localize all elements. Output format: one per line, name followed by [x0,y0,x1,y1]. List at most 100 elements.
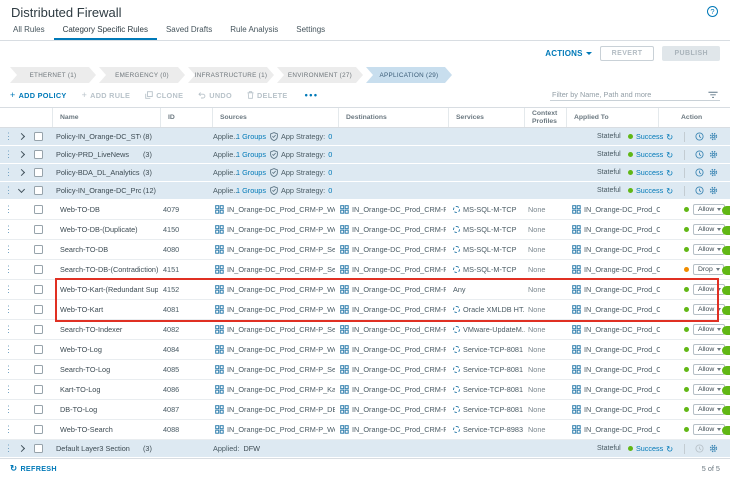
rule-sources[interactable]: IN_Orange-DC_Prod_CRM-P_Web [215,420,335,439]
rule-applied-to[interactable]: IN_Orange-DC_Prod_CRM-P [572,340,660,359]
rule-context-profiles[interactable]: None [528,200,562,219]
rule-applied-to[interactable]: IN_Orange-DC_Prod_CRM-P [572,220,660,239]
column-header-services[interactable]: Services [448,108,524,127]
row-checkbox[interactable] [34,205,43,214]
more-actions-button[interactable]: ••• [305,90,319,100]
category-emergency[interactable]: EMERGENCY (0) [99,67,185,83]
row-menu-icon[interactable]: ⋮ [4,320,13,339]
action-select[interactable]: Allow [693,424,725,435]
column-header-id[interactable]: ID [160,108,212,127]
rule-services[interactable]: MS-SQL-M-TCP [453,240,525,259]
row-checkbox[interactable] [34,168,43,177]
rule-sources[interactable]: IN_Orange-DC_Prod_CRM-P_Search [215,240,335,259]
rule-applied-to[interactable]: IN_Orange-DC_Prod_CRM-P [572,400,660,419]
rule-applied-to[interactable]: IN_Orange-DC_Prod_CRM-P [572,420,660,439]
rule-enabled-toggle[interactable] [722,286,730,295]
rule-enabled-toggle[interactable] [722,266,730,275]
row-checkbox[interactable] [34,425,43,434]
sync-status-icon[interactable]: ↻ [666,133,673,141]
column-header-destinations[interactable]: Destinations [338,108,448,127]
rule-destinations[interactable]: IN_Orange-DC_Prod_CRM-P_DB [340,220,446,239]
rule-applied-to[interactable]: IN_Orange-DC_Prod_CRM-P [572,320,660,339]
rule-context-profiles[interactable]: None [528,360,562,379]
rule-sources[interactable]: IN_Orange-DC_Prod_CRM-P_Web [215,200,335,219]
row-checkbox[interactable] [34,285,43,294]
help-icon[interactable]: ? [707,6,718,17]
rule-services[interactable]: Any [453,280,525,299]
rule-service-name[interactable]: Oracle XMLDB HT... [463,300,525,319]
row-checkbox[interactable] [34,345,43,354]
action-select[interactable]: Allow [693,324,725,335]
rule-service-name[interactable]: Any [453,280,466,299]
action-select[interactable]: Allow [693,204,725,215]
row-checkbox[interactable] [34,385,43,394]
row-checkbox[interactable] [34,245,43,254]
status-success-label[interactable]: Success [636,132,663,141]
rule-destinations[interactable]: IN_Orange-DC_Prod_CRM-P_DB [340,200,446,219]
rule-applied-to[interactable]: IN_Orange-DC_Prod_CRM-P [572,260,660,279]
policy-groups-link[interactable]: 1 Groups [236,146,266,163]
rule-enabled-toggle[interactable] [722,206,730,215]
chevron-down-icon[interactable] [18,186,25,193]
rule-context-profiles[interactable]: None [528,240,562,259]
column-header-name[interactable]: Name [52,108,160,127]
rule-enabled-toggle[interactable] [722,346,730,355]
app-strategy-value[interactable]: 0 [328,132,332,141]
rule-enabled-toggle[interactable] [722,246,730,255]
rule-row[interactable]: ⋮Kart-TO-Log4086IN_Orange-DC_Prod_CRM-P_… [0,380,730,400]
chevron-right-icon[interactable] [18,445,25,452]
policy-groups-link[interactable]: 1 Groups [236,128,266,145]
row-menu-icon[interactable]: ⋮ [4,340,13,359]
policy-row[interactable]: ⋮Policy-IN_Orange-DC_Prod_CR...(12)Appli… [0,182,730,200]
app-strategy-value[interactable]: 0 [328,186,332,195]
rule-services[interactable]: MS-SQL-M-TCP [453,200,525,219]
rule-service-name[interactable]: Service-TCP-8081 [463,340,523,359]
row-menu-icon[interactable]: ⋮ [4,182,13,199]
clock-icon[interactable] [695,444,704,453]
policy-row[interactable]: ⋮Policy-PRD_LiveNews(3)Applie...1 Groups… [0,146,730,164]
tab-rule-analysis[interactable]: Rule Analysis [221,22,287,40]
rule-applied-to[interactable]: IN_Orange-DC_Prod_CRM-P [572,300,660,319]
column-header-context-profiles[interactable]: Context Profiles [524,108,566,127]
sync-status-icon[interactable]: ↻ [666,445,673,453]
actions-menu-button[interactable]: ACTIONS [545,49,591,58]
action-select[interactable]: Allow [693,284,725,295]
rule-enabled-toggle[interactable] [722,306,730,315]
policy-groups-link[interactable]: 1 Groups [236,164,266,181]
rule-destinations[interactable]: IN_Orange-DC_Prod_CRM-P_Log [340,380,446,399]
row-menu-icon[interactable]: ⋮ [4,146,13,163]
sync-status-icon[interactable]: ↻ [666,151,673,159]
rule-enabled-toggle[interactable] [722,366,730,375]
rule-sources[interactable]: IN_Orange-DC_Prod_CRM-P_Search [215,360,335,379]
row-menu-icon[interactable]: ⋮ [4,164,13,181]
publish-button[interactable]: PUBLISH [662,46,720,61]
rule-services[interactable]: MS-SQL-M-TCP [453,260,525,279]
rule-applied-to[interactable]: IN_Orange-DC_Prod_CRM-P [572,360,660,379]
filter-funnel-icon[interactable] [708,91,718,99]
status-success-label[interactable]: Success [636,444,663,453]
rule-applied-to[interactable]: IN_Orange-DC_Prod_CRM-P [572,200,660,219]
app-strategy-value[interactable]: 0 [328,168,332,177]
rule-sources[interactable]: IN_Orange-DC_Prod_CRM-P_Search [215,320,335,339]
tab-settings[interactable]: Settings [287,22,334,40]
rule-sources[interactable]: IN_Orange-DC_Prod_CRM-P_Web [215,340,335,359]
gear-icon[interactable] [709,150,718,159]
rule-services[interactable]: Service-TCP-8081 [453,340,525,359]
rule-sources[interactable]: IN_Orange-DC_Prod_CRM-P_Web [215,300,335,319]
rule-applied-to[interactable]: IN_Orange-DC_Prod_CRM-P [572,280,660,299]
status-success-label[interactable]: Success [636,150,663,159]
rule-row[interactable]: ⋮Web-TO-Log4084IN_Orange-DC_Prod_CRM-P_W… [0,340,730,360]
category-application[interactable]: APPLICATION (29) [366,67,452,83]
rule-row[interactable]: ⋮Web-TO-DB4079IN_Orange-DC_Prod_CRM-P_We… [0,200,730,220]
policy-row[interactable]: ⋮Default Layer3 Section(3)Applied: DFWSt… [0,440,730,458]
action-select[interactable]: Allow [693,244,725,255]
app-strategy-value[interactable]: 0 [328,150,332,159]
clock-icon[interactable] [695,132,704,141]
rule-services[interactable]: Service-TCP-8983 [453,420,525,439]
action-select[interactable]: Allow [693,344,725,355]
action-select[interactable]: Allow [693,364,725,375]
rule-service-name[interactable]: Service-TCP-8081 [463,400,523,419]
rule-context-profiles[interactable]: None [528,420,562,439]
category-infrastructure[interactable]: INFRASTRUCTURE (1) [188,67,274,83]
row-checkbox[interactable] [34,132,43,141]
